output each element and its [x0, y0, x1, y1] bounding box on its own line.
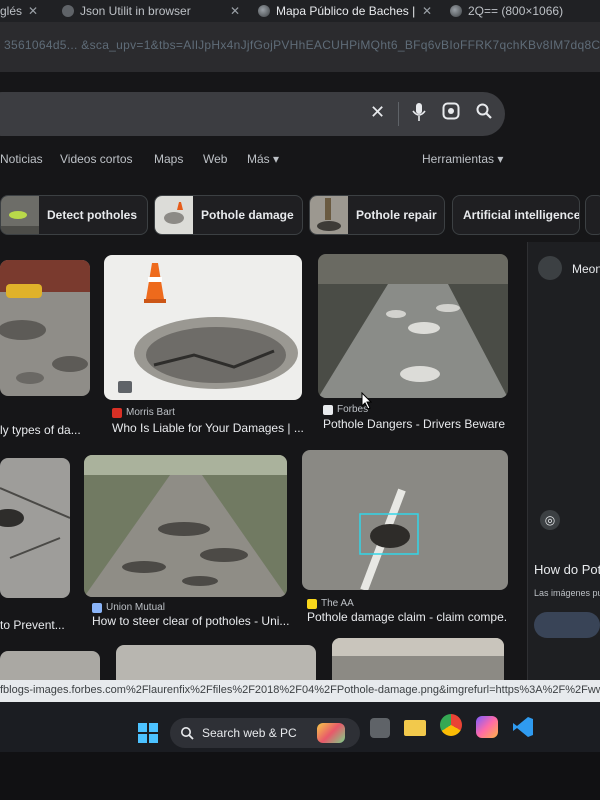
- windows-taskbar: Search web & PC: [0, 702, 600, 752]
- close-icon[interactable]: ✕: [370, 102, 385, 123]
- globe-icon: [450, 5, 462, 17]
- tab-title: 2Q== (800×1066): [468, 4, 564, 18]
- tab-short-videos[interactable]: Videos cortos: [60, 152, 133, 166]
- taskbar-search[interactable]: Search web & PC: [170, 718, 360, 748]
- browser-tab-strip: glés ✕ Json Utilit in browser ✕ Mapa Púb…: [0, 0, 600, 22]
- windows-start-icon[interactable]: [138, 723, 158, 743]
- chip-thumbnail: [310, 196, 348, 234]
- result-image[interactable]: [84, 455, 287, 597]
- forbes-logo-icon: [323, 404, 333, 415]
- vscode-icon[interactable]: [512, 716, 534, 738]
- result-image[interactable]: [104, 255, 302, 400]
- result-image[interactable]: [0, 260, 90, 396]
- tools-button[interactable]: Herramientas ▾: [422, 152, 503, 166]
- lens-icon[interactable]: ◎: [540, 510, 560, 530]
- copilot-icon[interactable]: [476, 716, 498, 738]
- result-image[interactable]: [318, 254, 508, 398]
- tab-news[interactable]: Noticias: [0, 152, 43, 166]
- chip-artificial-intelligence[interactable]: Artificial intelligence: [452, 195, 580, 235]
- chip-thumbnail: [1, 196, 39, 234]
- chip-thumbnail: [155, 196, 193, 234]
- side-panel-heading: How do Pot: [534, 562, 600, 577]
- tab-web[interactable]: Web: [203, 152, 227, 166]
- close-tab-icon[interactable]: ✕: [28, 4, 38, 18]
- side-panel-source[interactable]: Meon: [572, 262, 600, 276]
- chrome-icon[interactable]: [440, 714, 462, 736]
- search-highlight-icon: [316, 723, 345, 743]
- chip-label: Pothole damage: [201, 208, 294, 222]
- result-title[interactable]: How to steer clear of potholes - Uni...: [92, 614, 292, 628]
- chip-overflow[interactable]: [585, 195, 600, 235]
- address-bar[interactable]: 3561064d5... &sca_upv=1&tbs=AIlJpHx4nJjf…: [0, 22, 600, 72]
- chip-label: Detect potholes: [47, 208, 138, 222]
- tab-more[interactable]: Más ▾: [247, 152, 279, 166]
- result-source[interactable]: The AA: [307, 598, 354, 609]
- union-mutual-logo-icon: [92, 602, 102, 613]
- chip-pothole-damage[interactable]: Pothole damage: [154, 195, 303, 235]
- chip-pothole-repair[interactable]: Pothole repair: [309, 195, 445, 235]
- search-icon: [181, 727, 194, 740]
- search-results-page: ✕ Noticias Videos cortos Maps Web Más ▾ …: [0, 72, 600, 692]
- taskbar-search-label: Search web & PC: [202, 726, 297, 740]
- status-url: fblogs-images.forbes.com%2Flaurenfix%2Ff…: [0, 684, 600, 696]
- browser-tab[interactable]: 2Q== (800×1066): [450, 0, 600, 22]
- search-input[interactable]: ✕: [0, 92, 505, 136]
- tab-maps[interactable]: Maps: [154, 152, 183, 166]
- source-name: Morris Bart: [126, 407, 175, 418]
- link-status-bar: fblogs-images.forbes.com%2Flaurenfix%2Ff…: [0, 680, 600, 702]
- result-title[interactable]: to Prevent...: [0, 618, 70, 632]
- chip-label: Artificial intelligence: [463, 208, 580, 222]
- url-text[interactable]: 3561064d5... &sca_upv=1&tbs=AIlJpHx4nJjf…: [4, 38, 600, 52]
- microphone-icon[interactable]: [412, 102, 426, 127]
- source-name: Union Mutual: [106, 602, 165, 613]
- result-title[interactable]: Pothole damage claim - claim compe...: [307, 610, 507, 624]
- result-image[interactable]: [0, 458, 70, 598]
- search-icon[interactable]: [475, 102, 493, 125]
- close-tab-icon[interactable]: ✕: [422, 4, 432, 18]
- browser-tab[interactable]: Mapa Público de Baches | ✕: [258, 0, 438, 22]
- search-divider: [398, 102, 399, 126]
- monitor-bezel: [0, 752, 600, 800]
- tab-title: glés: [0, 4, 23, 18]
- lens-icon[interactable]: [442, 102, 460, 125]
- result-source[interactable]: Union Mutual: [92, 602, 165, 613]
- side-panel-button[interactable]: [534, 612, 600, 638]
- task-view-icon[interactable]: [370, 718, 390, 738]
- close-tab-icon[interactable]: ✕: [230, 4, 240, 18]
- file-explorer-icon[interactable]: [404, 720, 426, 736]
- result-source[interactable]: Morris Bart: [112, 407, 175, 418]
- the-aa-logo-icon: [307, 598, 317, 609]
- morris-bart-logo-icon: [112, 407, 122, 418]
- result-title[interactable]: Who Is Liable for Your Damages | ...: [112, 421, 307, 435]
- chip-label: Pothole repair: [356, 208, 437, 222]
- tab-title: Json Utilit in browser: [80, 4, 191, 18]
- source-name: The AA: [321, 598, 354, 609]
- result-title[interactable]: Pothole Dangers - Drivers Beware: [323, 417, 508, 431]
- browser-tab[interactable]: Json Utilit in browser ✕: [62, 0, 240, 22]
- side-panel-note: Las imágenes pu: [534, 588, 600, 598]
- browser-tab[interactable]: glés ✕: [0, 0, 55, 22]
- result-image[interactable]: [302, 450, 508, 590]
- tab-title: Mapa Público de Baches |: [276, 4, 416, 18]
- tab-favicon-icon: [62, 5, 74, 17]
- result-title[interactable]: ly types of da...: [0, 423, 92, 437]
- chip-detect-potholes[interactable]: Detect potholes: [0, 195, 148, 235]
- mouse-cursor-icon: [361, 392, 373, 410]
- globe-icon: [258, 5, 270, 17]
- source-avatar: [538, 256, 562, 280]
